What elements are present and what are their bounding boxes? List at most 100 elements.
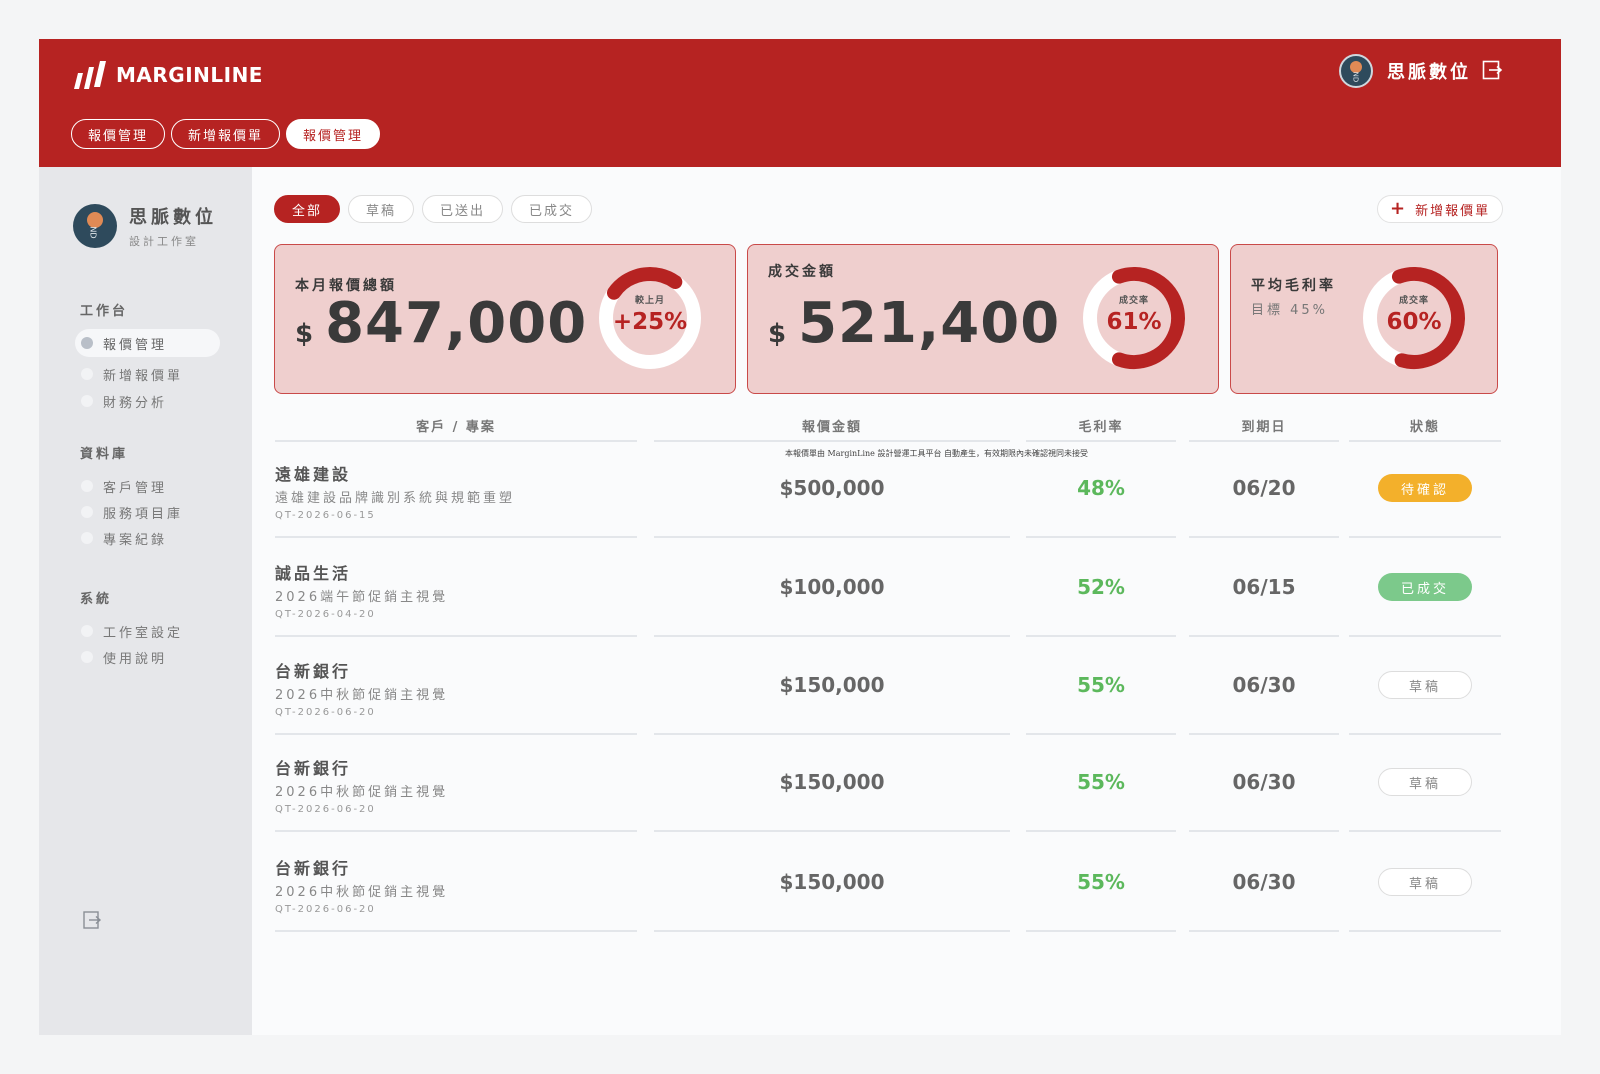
project-name: 2026端午節促銷主視覺 (275, 590, 449, 605)
row-divider (275, 830, 637, 832)
client-name: 台新銀行 (275, 662, 352, 681)
table-row[interactable]: 台新銀行 2026中秋節促銷主視覺 QT-2026-06-20 $150,000… (39, 636, 1561, 735)
due-date: 06/20 (1232, 476, 1296, 500)
project-name: 2026中秋節促銷主視覺 (275, 785, 449, 800)
gauge-label: 較上月 (634, 296, 665, 306)
table-row[interactable]: 遠雄建設 遠雄建設品牌識別系統與規範重塑 QT-2026-06-15 $500,… (39, 439, 1561, 538)
gauge-value: 61% (1106, 309, 1162, 335)
row-divider (275, 930, 637, 932)
quote-amount: $100,000 (779, 575, 885, 599)
avatar (73, 204, 117, 248)
status-badge[interactable]: 草稿 (1378, 868, 1472, 896)
card-value: $ 521,400 (768, 291, 1060, 356)
filter-closed[interactable]: 已成交 (511, 195, 593, 223)
card-monthly-total: 本月報價總額 $ 847,000 較上月 +25% (274, 244, 736, 394)
status-badge[interactable]: 已成交 (1378, 573, 1472, 601)
status-badge[interactable]: 草稿 (1378, 768, 1472, 796)
sidebar-item-label: 財務分析 (103, 395, 168, 411)
filter-sent[interactable]: 已送出 (422, 195, 504, 223)
card-value: $ 847,000 (295, 291, 587, 356)
brand-logo[interactable]: MARGINLINE (72, 59, 263, 91)
col-header-margin[interactable]: 毛利率 (1026, 416, 1176, 435)
card-title: 成交金額 (768, 264, 836, 280)
plus-icon: + (1390, 198, 1408, 219)
brand-name: MARGINLINE (116, 63, 263, 87)
row-divider (654, 830, 1010, 832)
gauge-growth: 較上月 +25% (595, 263, 705, 373)
sidebar-item-label: 報價管理 (103, 337, 168, 353)
bullet-icon (81, 395, 93, 407)
sidebar-item-quote-management[interactable]: 報價管理 (75, 329, 220, 357)
due-date: 06/30 (1232, 770, 1296, 794)
add-quote-label: 新增報價單 (1415, 203, 1491, 219)
sidebar-profile[interactable]: 思脈數位 設計工作室 (73, 203, 217, 249)
quote-amount: $150,000 (779, 870, 885, 894)
bullet-icon (81, 368, 93, 380)
col-header-due[interactable]: 到期日 (1189, 416, 1339, 435)
row-divider (1189, 930, 1339, 932)
margin-rate: 55% (1077, 870, 1125, 894)
logo-bars-icon (74, 61, 106, 89)
card-subtitle: 目標 45% (1251, 303, 1329, 318)
quote-amount: $150,000 (779, 673, 885, 697)
quote-code: QT-2026-06-20 (275, 804, 376, 815)
table-row[interactable]: 誠品生活 2026端午節促銷主視覺 QT-2026-04-20 $100,000… (39, 538, 1561, 637)
row-divider (1349, 830, 1501, 832)
gauge-close-rate: 成交率 61% (1079, 263, 1189, 373)
project-name: 遠雄建設品牌識別系統與規範重塑 (275, 491, 516, 506)
col-header-amount[interactable]: 報價金額 (654, 416, 1010, 435)
tab-new-quote[interactable]: 新增報價單 (171, 119, 281, 149)
due-date: 06/30 (1232, 870, 1296, 894)
header-user-menu[interactable]: 思脈數位 (1339, 54, 1471, 88)
quote-code: QT-2026-04-20 (275, 609, 376, 620)
tab-quote-management[interactable]: 報價管理 (71, 119, 166, 149)
sidebar-item-finance[interactable]: 財務分析 (75, 387, 220, 415)
margin-rate: 52% (1077, 575, 1125, 599)
currency-symbol: $ (295, 319, 314, 349)
due-date: 06/15 (1232, 575, 1296, 599)
filter-draft[interactable]: 草稿 (348, 195, 415, 223)
avatar (1339, 54, 1373, 88)
gauge-value: +25% (612, 309, 688, 335)
status-badge[interactable]: 草稿 (1378, 671, 1472, 699)
row-divider (1189, 830, 1339, 832)
row-divider (1026, 930, 1176, 932)
top-header: MARGINLINE 思脈數位 報價管理 新增報價單 報價管理 (39, 39, 1561, 167)
status-filters: 全部 草稿 已送出 已成交 (274, 195, 593, 223)
status-badge[interactable]: 待確認 (1378, 474, 1472, 502)
gauge-value: 60% (1386, 309, 1442, 335)
sidebar-section-workspace: 工作台 (80, 304, 129, 319)
add-quote-button[interactable]: + 新增報價單 (1377, 195, 1504, 223)
row-divider (654, 930, 1010, 932)
client-name: 遠雄建設 (275, 465, 352, 484)
amount-value: 521,400 (798, 291, 1061, 356)
quote-amount: $500,000 (779, 476, 885, 500)
bullet-icon (81, 337, 93, 349)
col-header-client[interactable]: 客戶 / 專案 (275, 416, 637, 435)
margin-rate: 55% (1077, 770, 1125, 794)
row-divider (1349, 930, 1501, 932)
sidebar-item-label: 新增報價單 (103, 368, 184, 384)
sidebar-profile-name: 思脈數位 (129, 207, 217, 228)
card-deal-amount: 成交金額 $ 521,400 成交率 61% (747, 244, 1219, 394)
due-date: 06/30 (1232, 673, 1296, 697)
logout-icon[interactable] (1481, 59, 1503, 81)
client-name: 台新銀行 (275, 759, 352, 778)
gauge-label: 成交率 (1398, 296, 1429, 306)
col-header-status[interactable]: 狀態 (1349, 416, 1501, 435)
gauge-label: 成交率 (1118, 296, 1149, 306)
client-name: 誠品生活 (275, 564, 352, 583)
sidebar-item-new-quote[interactable]: 新增報價單 (75, 360, 220, 388)
margin-rate: 55% (1077, 673, 1125, 697)
quote-code: QT-2026-06-20 (275, 707, 376, 718)
quote-code: QT-2026-06-20 (275, 904, 376, 915)
tab-quote-management-active[interactable]: 報價管理 (286, 119, 381, 149)
quote-amount: $150,000 (779, 770, 885, 794)
table-row[interactable]: 台新銀行 2026中秋節促銷主視覺 QT-2026-06-20 $150,000… (39, 833, 1561, 932)
project-name: 2026中秋節促銷主視覺 (275, 688, 449, 703)
currency-symbol: $ (768, 319, 787, 349)
filter-all[interactable]: 全部 (274, 195, 341, 223)
amount-value: 847,000 (325, 291, 588, 356)
header-user-name: 思脈數位 (1387, 62, 1471, 83)
table-row[interactable]: 台新銀行 2026中秋節促銷主視覺 QT-2026-06-20 $150,000… (39, 733, 1561, 832)
